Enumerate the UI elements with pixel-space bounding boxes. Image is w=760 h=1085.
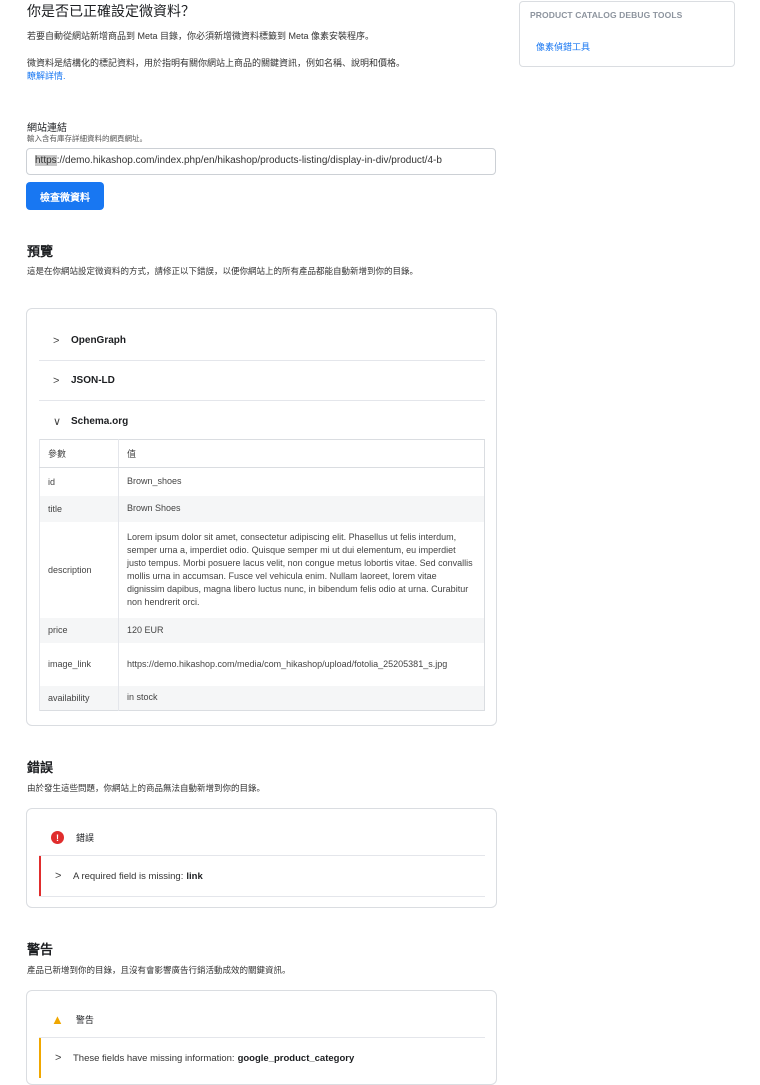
warnings-title: 警告 [27, 942, 54, 957]
accordion-label: Schema.org [71, 415, 129, 427]
table-row: price 120 EUR [39, 617, 485, 643]
preview-description: 這是在你網站設定微資料的方式，請修正以下錯誤，以便你網站上的所有產品都能自動新增… [27, 266, 419, 276]
errors-title: 錯誤 [27, 760, 54, 775]
errors-header: ! 錯誤 [51, 831, 94, 844]
table-cell-value: Brown_shoes [118, 467, 485, 496]
url-selected-text: https [35, 155, 57, 166]
url-input[interactable]: https://demo.hikashop.com/index.php/en/h… [26, 148, 496, 175]
error-item[interactable]: > A required field is missing: link [39, 856, 485, 896]
accordion-opengraph[interactable]: > OpenGraph [39, 321, 485, 361]
url-value-text: ://demo.hikashop.com/index.php/en/hikash… [56, 155, 442, 166]
warnings-card: ▲ 警告 > These fields have missing informa… [26, 990, 497, 1085]
table-row: description Lorem ipsum dolor sit amet, … [39, 521, 485, 618]
accordion-schema-org[interactable]: ∨ Schema.org [39, 401, 485, 441]
preview-title: 預覽 [27, 244, 54, 259]
pixel-debugger-link[interactable]: 像素偵錯工具 [536, 40, 590, 53]
table-cell-value: https://demo.hikashop.com/media/com_hika… [118, 642, 485, 686]
warnings-card-label: 警告 [75, 1015, 94, 1025]
errors-description: 由於發生這些問題，你網站上的商品無法自動新增到你的目錄。 [27, 783, 266, 793]
table-row: id Brown_shoes [39, 467, 485, 496]
preview-card: > OpenGraph > JSON-LD ∨ Schema.org 參數 值 … [26, 308, 497, 726]
chevron-right-icon: > [53, 374, 60, 387]
chevron-right-icon: > [55, 1052, 62, 1064]
chevron-right-icon: > [53, 334, 60, 347]
table-cell-key: availability [39, 685, 119, 711]
table-row: availability in stock [39, 685, 485, 711]
warning-item[interactable]: > These fields have missing information:… [39, 1038, 485, 1078]
table-cell-value: in stock [118, 685, 485, 711]
table-row: image_link https://demo.hikashop.com/med… [39, 642, 485, 686]
url-sublabel: 輸入含有庫存詳細資料的網頁網址。 [27, 134, 147, 143]
table-cell-value: Brown Shoes [118, 495, 485, 522]
warning-item-field: google_product_category [237, 1052, 355, 1064]
table-cell-key: price [39, 617, 119, 643]
table-cell-value: 120 EUR [118, 617, 485, 643]
accordion-label: OpenGraph [71, 335, 127, 346]
learn-more-link[interactable]: 瞭解詳情. [27, 71, 66, 81]
warning-item-text: These fields have missing information: [73, 1052, 235, 1064]
debug-tools-title: PRODUCT CATALOG DEBUG TOOLS [530, 10, 683, 20]
check-microdata-button[interactable]: 檢查微資料 [26, 182, 104, 210]
chevron-down-icon: ∨ [53, 415, 62, 428]
table-row: title Brown Shoes [39, 495, 485, 522]
errors-card-label: 錯誤 [76, 833, 95, 843]
table-header: 值 [118, 439, 485, 468]
error-circle-icon: ! [51, 831, 64, 844]
page-title: 你是否已正確設定微資料？ [27, 3, 195, 19]
intro-text: 若要自動從網站新增商品到 Meta 目錄，你必須新增微資料標籤到 Meta 像素… [27, 31, 375, 41]
chevron-right-icon: > [55, 870, 62, 882]
table-header-row: 參數 值 [39, 439, 485, 468]
accordion-label: JSON-LD [71, 375, 115, 386]
table-cell-key: title [39, 495, 119, 522]
error-item-text: A required field is missing: [73, 870, 184, 882]
schema-table: 參數 值 id Brown_shoes title Brown Shoes de… [39, 439, 485, 711]
microdata-description-text: 微資料是結構化的標記資料，用於指明有關你網站上商品的關鍵資訊，例如名稱、說明和價… [27, 58, 406, 68]
accordion-json-ld[interactable]: > JSON-LD [39, 361, 485, 401]
url-label: 網站連結 [27, 123, 67, 134]
warnings-description: 產品已新增到你的目錄，且沒有會影響廣告行銷活動成效的關鍵資訊。 [27, 965, 291, 975]
errors-card: ! 錯誤 > A required field is missing: link [26, 808, 497, 908]
debug-tools-panel: PRODUCT CATALOG DEBUG TOOLS 像素偵錯工具 [519, 1, 735, 67]
warnings-header: ▲ 警告 [51, 1012, 94, 1027]
table-cell-key: image_link [39, 642, 119, 686]
table-cell-value: Lorem ipsum dolor sit amet, consectetur … [118, 521, 485, 618]
warning-triangle-icon: ▲ [51, 1012, 64, 1027]
error-item-field: link [186, 870, 203, 882]
table-cell-key: id [39, 467, 119, 496]
divider [39, 896, 485, 897]
table-header: 參數 [39, 439, 119, 468]
microdata-description: 微資料是結構化的標記資料，用於指明有關你網站上商品的關鍵資訊，例如名稱、說明和價… [27, 57, 497, 83]
table-cell-key: description [39, 521, 119, 618]
